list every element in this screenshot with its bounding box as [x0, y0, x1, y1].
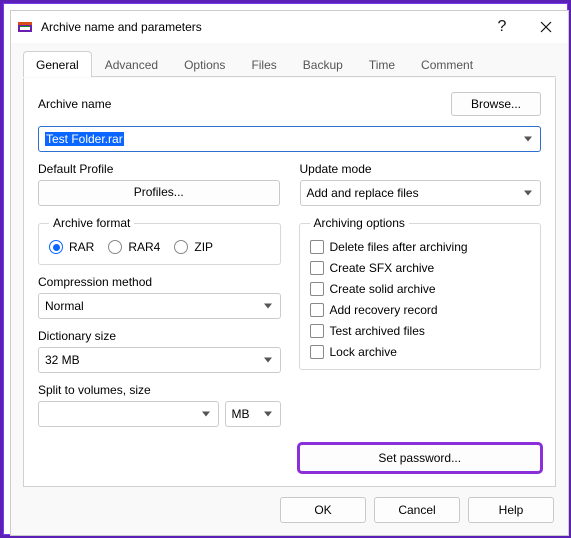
opt-solid-check[interactable]: Create solid archive — [310, 282, 531, 296]
archive-name-input[interactable]: Test Folder.rar — [38, 126, 541, 152]
tab-strip: General Advanced Options Files Backup Ti… — [11, 43, 568, 78]
compression-label: Compression method — [38, 275, 281, 289]
archiving-options-group: Archiving options Delete files after arc… — [299, 216, 542, 370]
set-password-button[interactable]: Set password... — [299, 444, 542, 472]
chevron-down-icon — [264, 304, 272, 309]
chevron-down-icon — [524, 137, 532, 142]
dictionary-label: Dictionary size — [38, 329, 281, 343]
tab-general[interactable]: General — [23, 51, 92, 77]
split-unit-select[interactable]: MB — [225, 401, 281, 427]
ok-button[interactable]: OK — [280, 497, 366, 523]
opt-recovery-check[interactable]: Add recovery record — [310, 303, 531, 317]
close-icon[interactable] — [524, 11, 568, 43]
opt-delete-check[interactable]: Delete files after archiving — [310, 240, 531, 254]
tab-comment[interactable]: Comment — [408, 51, 486, 77]
archive-name-label: Archive name — [38, 97, 111, 111]
dialog-footer: OK Cancel Help — [11, 487, 568, 535]
opt-test-check[interactable]: Test archived files — [310, 324, 531, 338]
split-label: Split to volumes, size — [38, 383, 281, 397]
update-mode-select[interactable]: Add and replace files — [300, 180, 542, 206]
tab-backup[interactable]: Backup — [290, 51, 356, 77]
help-button[interactable]: Help — [468, 497, 554, 523]
opt-lock-check[interactable]: Lock archive — [310, 345, 531, 359]
chevron-down-icon — [524, 191, 532, 196]
tab-advanced[interactable]: Advanced — [92, 51, 171, 77]
format-zip-radio[interactable]: ZIP — [174, 240, 213, 254]
format-rar4-radio[interactable]: RAR4 — [108, 240, 160, 254]
chevron-down-icon — [202, 412, 210, 417]
app-icon — [17, 19, 33, 35]
window-title: Archive name and parameters — [41, 20, 202, 34]
dictionary-select[interactable]: 32 MB — [38, 347, 281, 373]
tab-time[interactable]: Time — [356, 51, 408, 77]
chevron-down-icon — [264, 358, 272, 363]
cancel-button[interactable]: Cancel — [374, 497, 460, 523]
tab-options[interactable]: Options — [171, 51, 238, 77]
title-bar: Archive name and parameters ? — [11, 11, 568, 43]
chevron-down-icon — [264, 412, 272, 417]
format-rar-radio[interactable]: RAR — [49, 240, 94, 254]
update-mode-label: Update mode — [300, 162, 542, 176]
browse-button[interactable]: Browse... — [451, 92, 541, 116]
compression-select[interactable]: Normal — [38, 293, 281, 319]
default-profile-label: Default Profile — [38, 162, 280, 176]
opt-sfx-check[interactable]: Create SFX archive — [310, 261, 531, 275]
archive-format-group: Archive format RAR RAR4 ZIP — [38, 216, 281, 265]
tab-files[interactable]: Files — [238, 51, 289, 77]
split-size-input[interactable] — [38, 401, 219, 427]
profiles-button[interactable]: Profiles... — [38, 180, 280, 206]
help-icon[interactable]: ? — [480, 11, 524, 43]
